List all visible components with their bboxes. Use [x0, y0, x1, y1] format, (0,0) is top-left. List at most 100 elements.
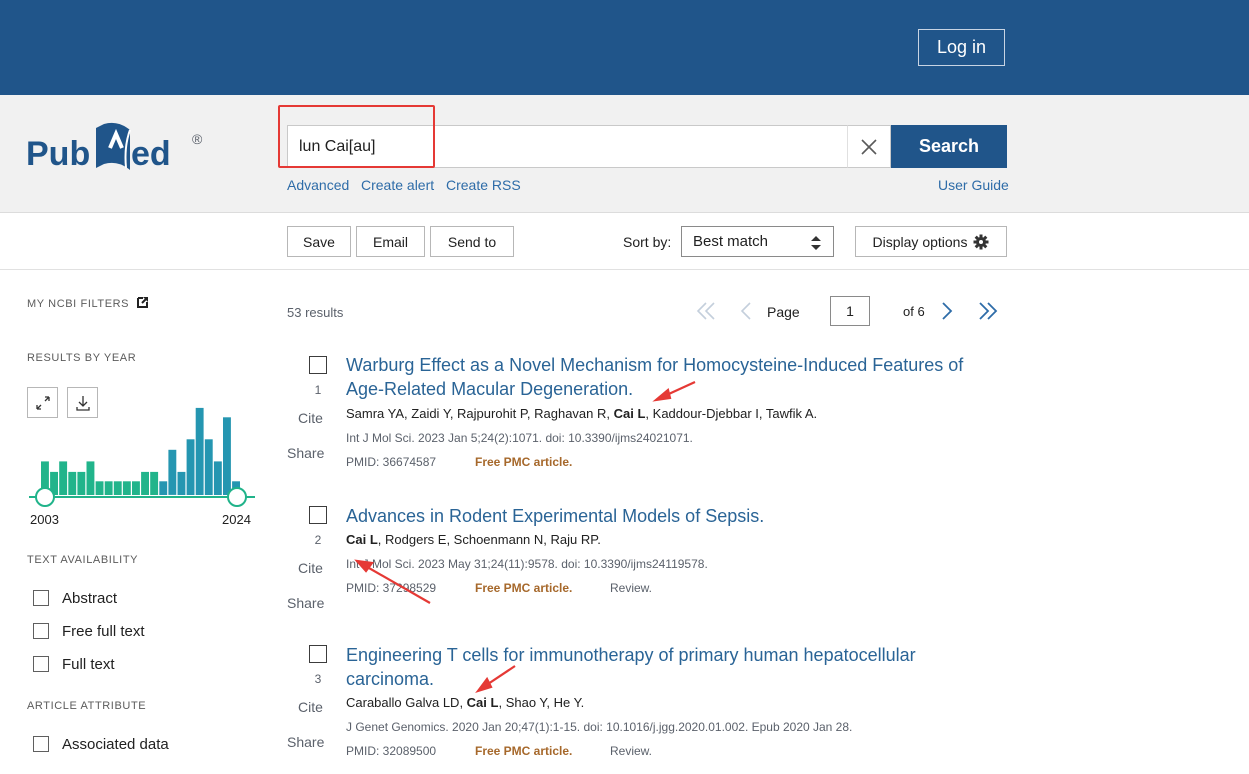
search-button[interactable]: Search: [891, 125, 1007, 168]
histogram-bar[interactable]: [150, 471, 159, 495]
associated-data-checkbox[interactable]: [33, 736, 49, 752]
result-number: 1: [314, 383, 322, 397]
result-title-3[interactable]: Engineering T cells for immunotherapy of…: [346, 643, 976, 691]
page-label: Page: [767, 304, 800, 320]
of-pages-label: of 6: [903, 304, 925, 319]
result-citation-1: Int J Mol Sci. 2023 Jan 5;24(2):1071. do…: [346, 431, 693, 445]
first-page-icon[interactable]: [696, 301, 716, 321]
authors-text: , Kaddour-Djebbar I, Tawfik A.: [645, 406, 818, 421]
result-pmid-2: PMID: 37298529: [346, 581, 437, 595]
authors-text: Caraballo Galva LD,: [346, 695, 467, 710]
result-authors-1: Samra YA, Zaidi Y, Rajpurohit P, Raghava…: [346, 406, 817, 421]
cite-button[interactable]: Cite: [298, 410, 323, 426]
result-citation-3: J Genet Genomics. 2020 Jan 20;47(1):1-15…: [346, 720, 853, 734]
histogram-bar[interactable]: [223, 417, 231, 495]
histogram-bar[interactable]: [95, 481, 104, 495]
review-badge: Review.: [610, 581, 653, 595]
sort-value: Best match: [693, 233, 769, 250]
histogram-bar[interactable]: [186, 439, 195, 495]
abstract-checkbox[interactable]: [33, 590, 49, 606]
svg-text:Pub: Pub: [26, 135, 90, 173]
associated-data-label[interactable]: Associated data: [62, 736, 169, 753]
histogram-bar[interactable]: [68, 471, 77, 495]
full-text-label[interactable]: Full text: [62, 656, 115, 673]
advanced-link[interactable]: Advanced: [287, 177, 349, 193]
share-button[interactable]: Share: [287, 445, 324, 461]
result-checkbox-2[interactable]: [309, 506, 327, 524]
result-title-1[interactable]: Warburg Effect as a Novel Mechanism for …: [346, 353, 976, 401]
free-full-text-checkbox[interactable]: [33, 623, 49, 639]
range-handle-start[interactable]: [35, 487, 55, 507]
authors-text: Samra YA, Zaidi Y, Rajpurohit P, Raghava…: [346, 406, 614, 421]
free-full-text-label[interactable]: Free full text: [62, 623, 145, 640]
range-handle-end[interactable]: [227, 487, 247, 507]
histogram-bar[interactable]: [168, 449, 177, 495]
abstract-label[interactable]: Abstract: [62, 590, 117, 607]
previous-page-icon[interactable]: [739, 301, 753, 321]
results-by-year-heading: RESULTS BY YEAR: [27, 352, 137, 364]
result-number: 2: [314, 533, 322, 547]
page-number-input[interactable]: 1: [830, 296, 870, 326]
sort-select[interactable]: Best match: [681, 226, 834, 257]
histogram-bar[interactable]: [77, 471, 86, 495]
gear-icon: [973, 234, 989, 249]
clear-search-button[interactable]: [847, 125, 891, 168]
pubmed-logo[interactable]: Pub ed ®: [26, 118, 216, 188]
histogram-bar[interactable]: [141, 471, 149, 495]
cite-button[interactable]: Cite: [298, 560, 323, 576]
histogram-bar[interactable]: [213, 461, 222, 495]
result-checkbox-1[interactable]: [309, 356, 327, 374]
next-page-icon[interactable]: [940, 301, 954, 321]
sort-arrows-icon: [811, 236, 821, 250]
display-options-label: Display options: [872, 233, 968, 250]
histogram-bar[interactable]: [59, 461, 68, 495]
review-badge: Review.: [610, 744, 653, 758]
histogram-bar[interactable]: [86, 461, 95, 495]
histogram-bar[interactable]: [177, 471, 186, 495]
user-guide-link[interactable]: User Guide: [938, 177, 1009, 193]
histogram-bar[interactable]: [159, 481, 168, 495]
share-button[interactable]: Share: [287, 734, 324, 750]
results-count: 53 results: [287, 305, 344, 320]
histogram-bar[interactable]: [132, 481, 140, 495]
toolbar-divider: [0, 269, 1249, 270]
external-link-icon[interactable]: [137, 296, 149, 308]
result-title-2[interactable]: Advances in Rodent Experimental Models o…: [346, 504, 976, 528]
cite-button[interactable]: Cite: [298, 699, 323, 715]
save-button[interactable]: Save: [287, 226, 351, 257]
result-number: 3: [314, 672, 322, 686]
year-histogram[interactable]: [26, 385, 258, 510]
login-button[interactable]: Log in: [918, 29, 1005, 66]
result-authors-3: Caraballo Galva LD, Cai L, Shao Y, He Y.: [346, 695, 584, 710]
create-rss-link[interactable]: Create RSS: [446, 177, 521, 193]
highlighted-author: Cai L: [346, 532, 378, 547]
histogram-bar[interactable]: [195, 407, 204, 495]
result-title-line: Engineering T cells for immunotherapy of…: [346, 645, 916, 665]
article-attribute-heading: ARTICLE ATTRIBUTE: [27, 700, 147, 712]
last-page-icon[interactable]: [978, 301, 998, 321]
histogram-bar[interactable]: [113, 481, 122, 495]
result-checkbox-3[interactable]: [309, 645, 327, 663]
close-icon: [861, 138, 877, 155]
annotation-highlight-box: [278, 105, 435, 168]
authors-text: , Shao Y, He Y.: [498, 695, 585, 710]
full-text-checkbox[interactable]: [33, 656, 49, 672]
display-options-button[interactable]: Display options: [855, 226, 1007, 257]
histogram-bar[interactable]: [104, 481, 113, 495]
free-pmc-badge: Free PMC article.: [475, 455, 573, 469]
histogram-bar[interactable]: [204, 439, 213, 495]
share-button[interactable]: Share: [287, 595, 324, 611]
result-title-line: carcinoma.: [346, 669, 435, 689]
svg-text:ed: ed: [131, 135, 171, 173]
histogram-bar[interactable]: [122, 481, 131, 495]
my-ncbi-filters-heading: MY NCBI FILTERS: [27, 298, 130, 310]
free-pmc-badge: Free PMC article.: [475, 581, 573, 595]
result-title-line: Advances in Rodent Experimental Models o…: [346, 506, 765, 526]
result-citation-2: Int J Mol Sci. 2023 May 31;24(11):9578. …: [346, 557, 708, 571]
highlighted-author: Cai L: [466, 695, 499, 710]
highlighted-author: Cai L: [613, 406, 646, 421]
email-button[interactable]: Email: [356, 226, 425, 257]
result-authors-2: Cai L, Rodgers E, Schoenmann N, Raju RP.: [346, 532, 601, 547]
create-alert-link[interactable]: Create alert: [361, 177, 434, 193]
send-to-button[interactable]: Send to: [430, 226, 514, 257]
